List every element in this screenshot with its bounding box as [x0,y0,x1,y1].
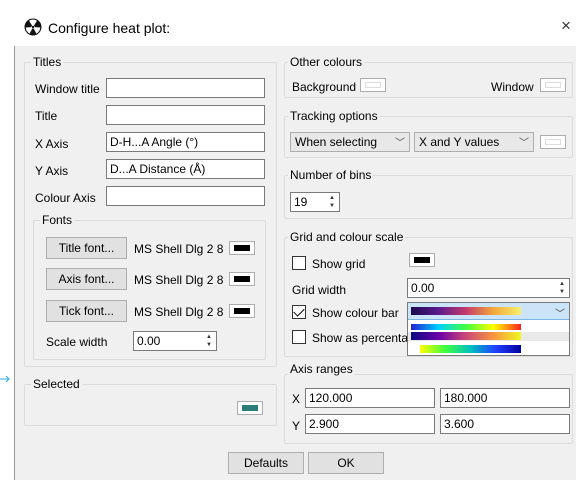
colour-scale-option-rainbow[interactable] [420,345,521,353]
tracking-values-select[interactable]: X and Y values ﹀ [414,132,534,152]
scale-width-spinbox[interactable]: 0.00 ▲ ▼ [133,331,217,351]
window-colour-button[interactable] [540,78,566,92]
grid-colour-button[interactable] [409,253,435,267]
chevron-down-icon: ﹀ [395,138,405,149]
colour-scale-option-jet[interactable] [411,324,521,330]
grid-width-value: 0.00 [411,281,435,295]
y-min-field[interactable]: 2.900 [305,414,435,434]
bins-spinbox[interactable]: 19 ▲ ▼ [290,192,340,212]
title-font-colour-button[interactable] [229,241,255,255]
y-axis-field[interactable]: D...A Distance (Å) [106,159,265,179]
window-title: Configure heat plot: [48,20,171,36]
grid-group-label: Grid and colour scale [288,230,406,244]
tracking-colour-button[interactable] [540,135,566,149]
other-colours-group-label: Other colours [288,55,365,69]
show-colour-bar-label: Show colour bar [312,306,399,320]
x-range-label: X [292,392,301,406]
scale-width-value: 0.00 [137,334,161,348]
title-label: Title [35,109,58,123]
tracking-mode-select[interactable]: When selecting ﹀ [290,132,410,152]
axis-font-colour-button[interactable] [229,272,255,286]
edge-marker [0,371,12,383]
selected-group-label: Selected [31,377,82,391]
window-label: Window [491,80,534,94]
colour-scale-dropdown[interactable]: ﹀ [407,302,570,356]
x-max-field[interactable]: 180.000 [440,388,570,408]
y-max-field[interactable]: 3.600 [440,414,570,434]
x-min-field[interactable]: 120.000 [305,388,435,408]
grid-width-spinbox[interactable]: 0.00 ▲ ▼ [407,278,570,298]
radiation-icon [24,18,42,36]
background-colour-button[interactable] [360,78,386,92]
fonts-group-label: Fonts [40,213,75,227]
selected-colour-button[interactable] [237,401,263,415]
tracking-group-label: Tracking options [288,109,380,123]
x-axis-field[interactable]: D-H...A Angle (°) [106,132,265,152]
colour-axis-label: Colour Axis [35,191,96,205]
show-percentage-checkbox[interactable] [292,330,306,344]
tick-font-colour-button[interactable] [229,304,255,318]
window-title-field[interactable] [106,78,265,98]
defaults-button[interactable]: Defaults [228,452,304,474]
spin-up-icon[interactable]: ▲ [326,194,338,202]
y-range-label: Y [292,419,301,433]
title-font-button[interactable]: Title font... [46,237,127,259]
spin-down-icon[interactable]: ▼ [203,341,215,349]
scale-width-label: Scale width [46,335,108,349]
show-colour-bar-checkbox[interactable] [292,305,306,319]
x-axis-label: X Axis [35,137,69,151]
colour-axis-field[interactable] [106,186,265,206]
bins-value: 19 [294,195,308,209]
axis-font-button[interactable]: Axis font... [46,268,127,290]
axis-font-value: MS Shell Dlg 2 8 [134,273,224,287]
y-axis-label: Y Axis [35,164,69,178]
tick-font-button[interactable]: Tick font... [46,300,127,322]
spin-up-icon[interactable]: ▲ [556,280,568,288]
ok-button[interactable]: OK [308,452,384,474]
spin-down-icon[interactable]: ▼ [556,288,568,296]
colour-scale-selected[interactable]: ﹀ [408,303,569,320]
window-title-label: Window title [35,82,100,96]
tracking-values-value: X and Y values [419,135,500,149]
background-label: Background [292,80,357,94]
chevron-down-icon: ﹀ [555,309,565,320]
spin-up-icon[interactable]: ▲ [203,333,215,341]
title-font-value: MS Shell Dlg 2 8 [134,242,224,256]
show-grid-label: Show grid [312,257,366,271]
tick-font-value: MS Shell Dlg 2 8 [134,305,224,319]
grid-width-label: Grid width [292,283,347,297]
bins-group-label: Number of bins [288,168,374,182]
titles-group-label: Titles [31,55,64,69]
close-icon[interactable]: × [561,16,571,36]
show-percentage-label: Show as percentag [312,331,415,345]
spin-down-icon[interactable]: ▼ [326,202,338,210]
axis-ranges-group-label: Axis ranges [288,362,355,376]
tracking-mode-value: When selecting [295,135,378,149]
chevron-down-icon: ﹀ [519,138,529,149]
colour-scale-option-selected [411,307,521,315]
show-grid-checkbox[interactable] [292,256,306,270]
colour-scale-option-plasma[interactable] [411,332,521,340]
title-field[interactable] [106,105,265,125]
